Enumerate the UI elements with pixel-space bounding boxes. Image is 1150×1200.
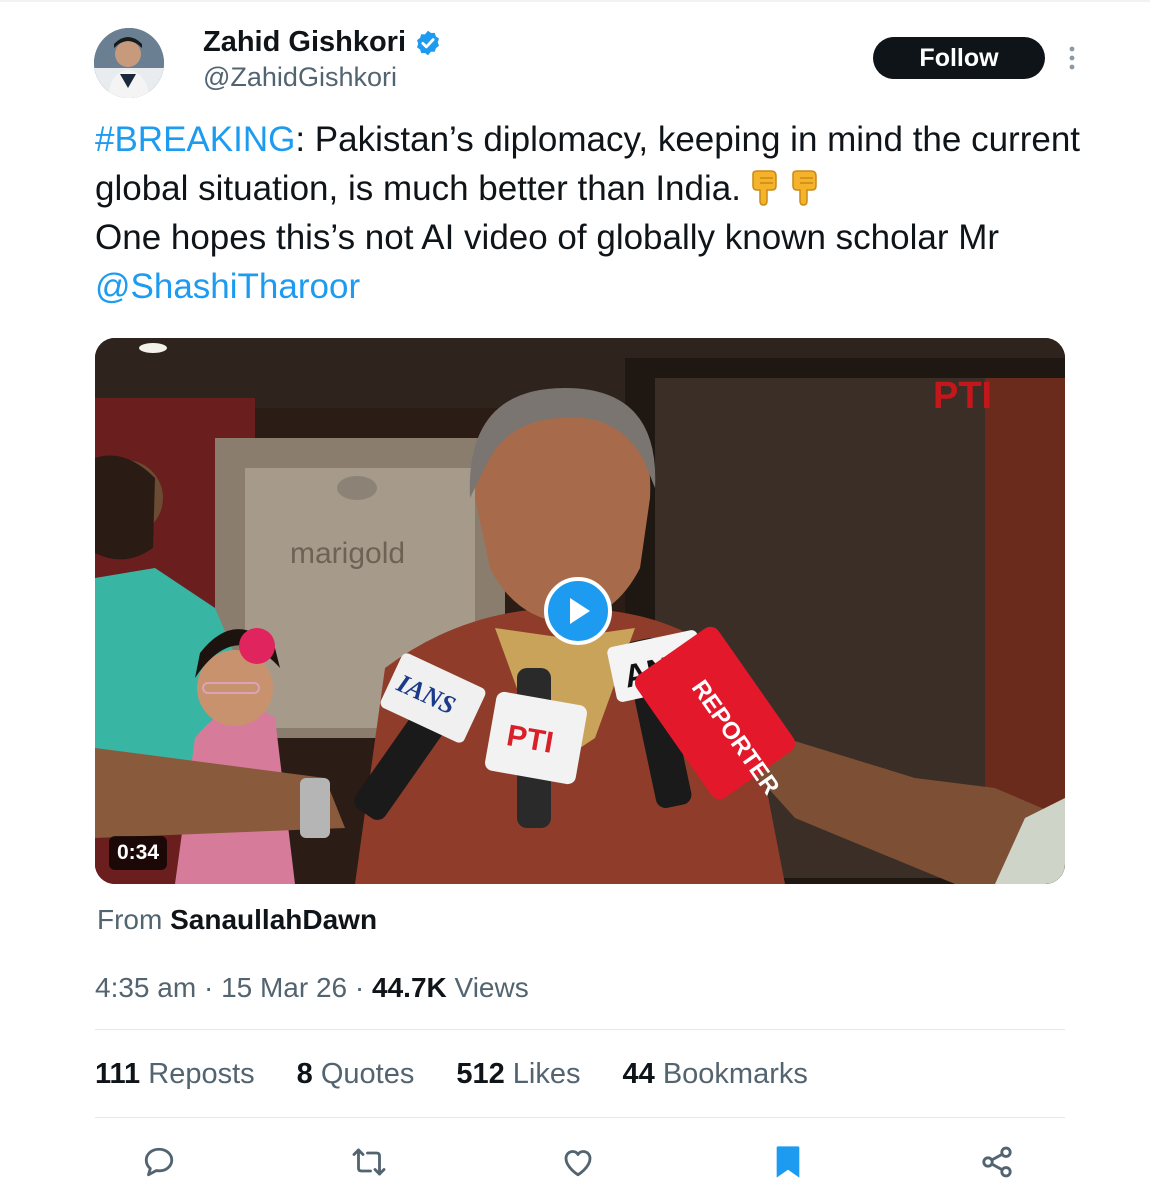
verified-badge-icon — [414, 29, 442, 57]
divider — [95, 1117, 1065, 1118]
stat-label: Likes — [512, 1058, 581, 1090]
like-icon[interactable] — [558, 1142, 598, 1182]
meta-separator: · — [203, 972, 214, 1003]
stat-count: 8 — [296, 1058, 313, 1090]
source-account-link[interactable]: SanaullahDawn — [170, 904, 377, 935]
meta-separator: · — [354, 972, 365, 1003]
source-prefix: From — [97, 904, 163, 935]
author-name-row[interactable]: Zahid Gishkori — [203, 26, 442, 59]
stat-quotes[interactable]: 8 Quotes — [297, 1058, 415, 1091]
video-duration-badge: 0:34 — [109, 836, 168, 870]
tweet-meta: 4:35 am · 15 Mar 26 · 44.7K Views — [95, 972, 529, 1004]
author-display-name[interactable]: Zahid Gishkori — [203, 26, 406, 59]
hashtag-link[interactable]: #BREAKING — [95, 120, 295, 159]
play-icon — [570, 598, 590, 624]
video-player[interactable]: marigold PTI IANS PTI REPORTER 0:34 — [95, 338, 1065, 884]
divider — [95, 1029, 1065, 1030]
pointing-down-emoji-icons — [741, 169, 821, 208]
views-count: 44.7K — [372, 972, 447, 1003]
tweet-page: Zahid Gishkori @ZahidGishkori Follow #BR… — [0, 0, 1150, 1200]
video-source: From SanaullahDawn — [97, 904, 377, 936]
stat-label: Quotes — [320, 1058, 415, 1090]
mention-link[interactable]: @ShashiTharoor — [95, 267, 360, 306]
pti-watermark: PTI — [933, 375, 992, 417]
bookmark-icon[interactable] — [768, 1142, 808, 1182]
stat-label: Reposts — [148, 1058, 255, 1090]
tweet-date[interactable]: 15 Mar 26 — [221, 972, 347, 1003]
more-vertical-icon[interactable] — [1058, 42, 1086, 74]
stat-count: 111 — [95, 1058, 141, 1090]
tweet-time[interactable]: 4:35 am — [95, 972, 196, 1003]
views-label: Views — [454, 972, 529, 1003]
tweet-text: #BREAKING: Pakistan’s diplomacy, keeping… — [95, 115, 1095, 311]
engagement-stats: 111 Reposts 8 Quotes 512 Likes 44 Bookma… — [95, 1058, 850, 1091]
reply-icon[interactable] — [139, 1142, 179, 1182]
tweet-text-part2: One hopes this’s not AI video of globall… — [95, 218, 1000, 257]
stat-count: 512 — [456, 1058, 505, 1090]
avatar[interactable] — [94, 28, 164, 98]
action-bar — [0, 1138, 1150, 1186]
author-handle[interactable]: @ZahidGishkori — [203, 62, 397, 93]
stat-bookmarks[interactable]: 44 Bookmarks — [623, 1058, 808, 1091]
follow-button[interactable]: Follow — [873, 37, 1045, 79]
repost-icon[interactable] — [349, 1142, 389, 1182]
scene-sign-text: marigold — [290, 537, 405, 570]
pointing-down-icon — [787, 170, 821, 206]
top-divider — [0, 0, 1150, 2]
pointing-down-icon — [747, 170, 781, 206]
stat-likes[interactable]: 512 Likes — [456, 1058, 580, 1091]
stat-label: Bookmarks — [662, 1058, 808, 1090]
stat-reposts[interactable]: 111 Reposts — [95, 1058, 255, 1091]
stat-count: 44 — [622, 1058, 655, 1090]
share-icon[interactable] — [977, 1142, 1017, 1182]
play-button[interactable] — [544, 577, 612, 645]
